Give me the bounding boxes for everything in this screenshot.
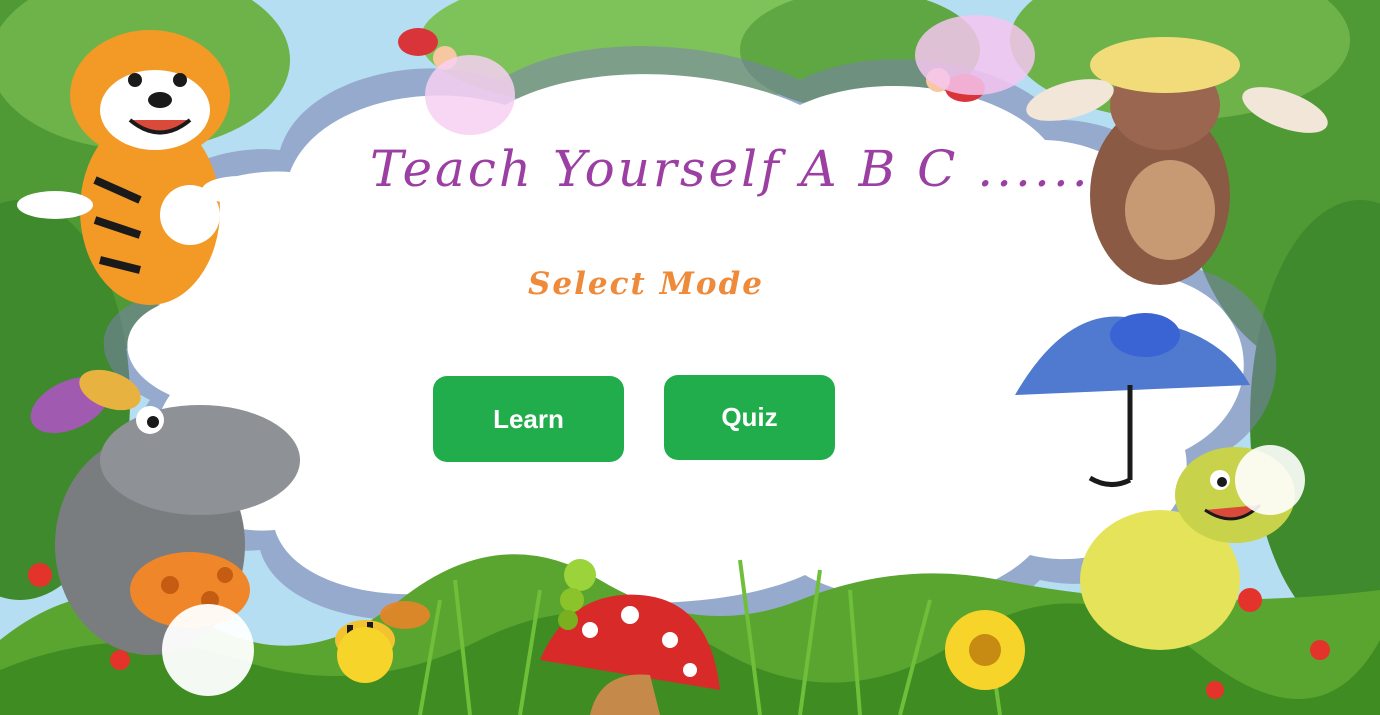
quiz-button-label: Quiz [721, 402, 778, 432]
select-mode-label: Select Mode [528, 266, 764, 302]
background-scene [0, 0, 1380, 715]
learn-button[interactable]: Learn [433, 376, 624, 462]
quiz-button[interactable]: Quiz [664, 375, 835, 460]
app-title: Teach Yourself A B C ...... [370, 140, 1091, 198]
dandelion-icon [162, 604, 254, 696]
main-menu-screen: Teach Yourself A B C ...... Select Mode … [0, 0, 1380, 715]
learn-button-label: Learn [493, 403, 564, 434]
